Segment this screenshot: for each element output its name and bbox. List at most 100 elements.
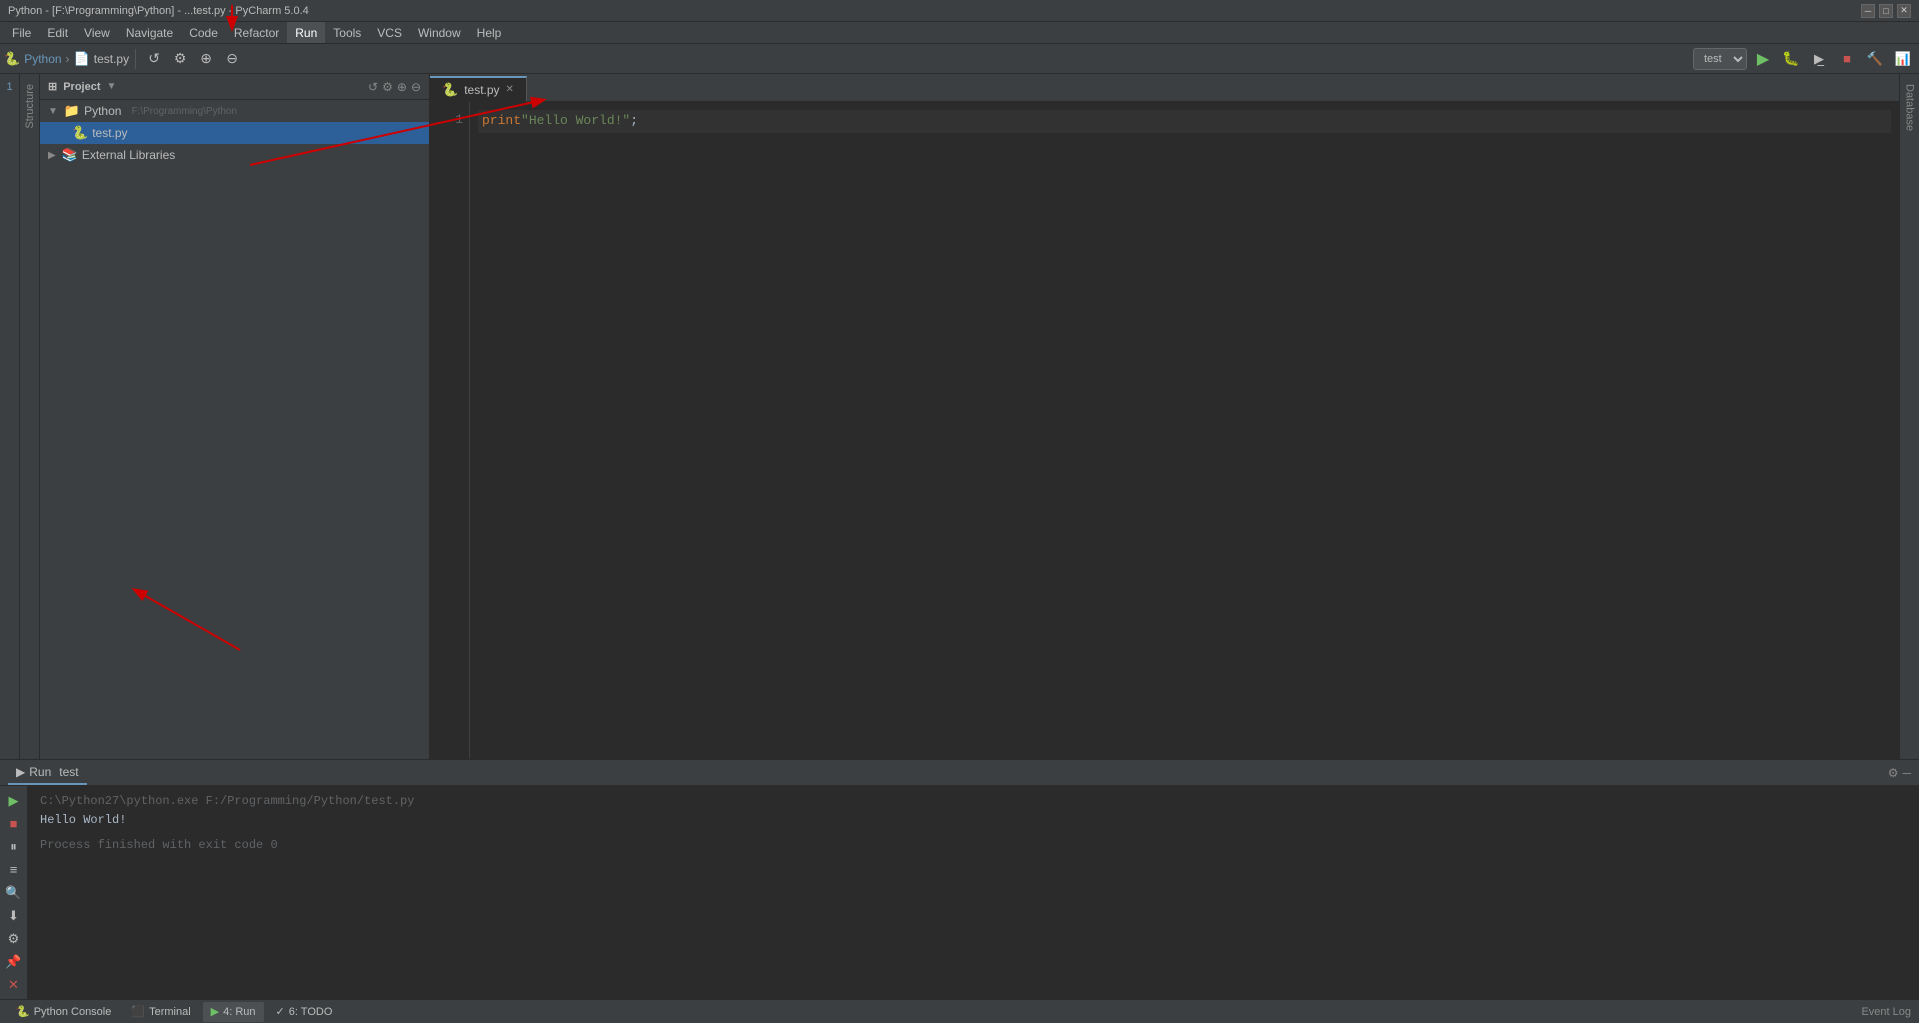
menu-vcs[interactable]: VCS [369,22,410,43]
tab-label: test.py [464,83,499,97]
minimize-button[interactable]: ─ [1861,4,1875,18]
keyword-print: print [482,113,521,128]
bottom-panel-settings: ⚙ ─ [1888,766,1911,780]
expand-icon[interactable]: ▶ [48,150,56,161]
breadcrumb: 🐍 Python › 📄 test.py [4,51,129,67]
python-console-label: Python Console [34,1006,112,1018]
debug-button[interactable]: 🐛 [1779,47,1803,71]
left-gutter: 1 [0,74,20,759]
run-status-label: 4: Run [223,1006,255,1018]
editor-tab-testpy[interactable]: 🐍 test.py ✕ [430,76,527,102]
tree-item-testpy[interactable]: 🐍 test.py [40,122,429,144]
status-bar: 🐍 Python Console ⬛ Terminal ▶ 4: Run ✓ 6… [0,999,1919,1023]
run-dashboard[interactable]: 📊 [1891,47,1915,71]
toolbar-separator-1 [135,49,136,69]
status-right: Event Log [1861,1006,1911,1018]
line-number-1: 1 [438,110,463,131]
event-log-label[interactable]: Event Log [1861,1006,1911,1018]
title-bar: Python - [F:\Programming\Python] - ...te… [0,0,1919,22]
close-run-button[interactable]: ✕ [3,974,25,995]
project-icon[interactable]: 1 [1,78,19,96]
database-sidebar: Database [1899,74,1919,759]
bottom-settings-icon[interactable]: ⚙ [1888,766,1899,780]
structure-tab[interactable]: Structure [21,74,39,139]
menu-refactor[interactable]: Refactor [226,22,287,43]
window-title: Python - [F:\Programming\Python] - ...te… [8,5,309,17]
menu-window[interactable]: Window [410,22,469,43]
python-console-tab[interactable]: 🐍 Python Console [8,1002,119,1022]
tree-item-label: Python [84,104,121,118]
panel-header-icons: ↺ ⚙ ⊕ ⊖ [368,80,421,94]
run-output-text: Hello World! [40,811,1907,830]
menu-view[interactable]: View [76,22,118,43]
pin-tab-button[interactable]: 📌 [3,951,25,972]
bottom-panel-header: ▶ Run test ⚙ ─ [0,760,1919,786]
todo-tab[interactable]: ✓ 6: TODO [268,1002,341,1022]
settings-run-button[interactable]: ⚙ [3,928,25,949]
collapse-button[interactable]: ⊖ [220,47,244,71]
database-tab[interactable]: Database [1901,74,1919,141]
scroll-end-button[interactable]: ⬇ [3,905,25,926]
window-controls: ─ □ ✕ [1861,4,1911,18]
status-bottom-tabs: 🐍 Python Console ⬛ Terminal ▶ 4: Run ✓ 6… [8,1002,340,1022]
breadcrumb-file[interactable]: test.py [94,52,129,66]
panel-collapse-icon[interactable]: ⊖ [411,80,421,94]
menu-file[interactable]: File [4,22,39,43]
main-content: 1 Structure ⊞ Project ▼ ↺ ⚙ ⊕ ⊖ ▼ 📁 Py [0,74,1919,759]
maximize-button[interactable]: □ [1879,4,1893,18]
tree-item-python-root[interactable]: ▼ 📁 Python F:\Programming\Python [40,100,429,122]
run-tab-config: test [59,765,78,779]
menu-edit[interactable]: Edit [39,22,76,43]
menu-tools[interactable]: Tools [325,22,369,43]
close-button[interactable]: ✕ [1897,4,1911,18]
filter-button[interactable]: 🔍 [3,882,25,903]
menu-bar: File Edit View Navigate Code Refactor Ru… [0,22,1919,44]
code-editor[interactable]: print"Hello World!"; [470,102,1899,759]
run-command: C:\Python27\python.exe F:/Programming/Py… [40,792,1907,811]
tab-close-button[interactable]: ✕ [506,84,514,95]
project-panel: ⊞ Project ▼ ↺ ⚙ ⊕ ⊖ ▼ 📁 Python F:\Progra… [40,74,430,759]
menu-run[interactable]: Run [287,22,325,43]
panel-gear-icon[interactable]: ⚙ [382,80,393,94]
terminal-tab[interactable]: ⬛ Terminal [123,1002,198,1022]
pause-button[interactable]: ⏸ [3,836,25,857]
settings-button[interactable]: ⚙ [168,47,192,71]
run-config-select[interactable]: test [1693,48,1747,70]
panel-expand-icon[interactable]: ⊕ [397,80,407,94]
project-tree: ▼ 📁 Python F:\Programming\Python 🐍 test.… [40,100,429,759]
python-file-icon: 🐍 [72,125,88,141]
sync-button[interactable]: ↺ [142,47,166,71]
project-title-label: Project [63,81,100,93]
stop-run-button[interactable]: ■ [3,813,25,834]
stop-button[interactable]: ■ [1835,47,1859,71]
expand-button[interactable]: ⊕ [194,47,218,71]
bottom-minimize-icon[interactable]: ─ [1902,766,1911,780]
tree-item-external-libs[interactable]: ▶ 📚 External Libraries [40,144,429,166]
todo-icon: ✓ [276,1005,285,1018]
editor-content: 1 print"Hello World!"; [430,102,1899,759]
breadcrumb-separator: › [66,52,70,66]
semicolon: ; [630,113,638,128]
menu-code[interactable]: Code [181,22,226,43]
run-config-area: test ▶ 🐛 ▶̲ ■ 🔨 📊 [1693,47,1915,71]
run-output: C:\Python27\python.exe F:/Programming/Py… [28,786,1919,999]
run-button[interactable]: ▶ [1751,47,1775,71]
expand-icon[interactable]: ▼ [48,106,58,117]
output-toggle-button[interactable]: ≡ [3,859,25,880]
coverage-button[interactable]: ▶̲ [1807,47,1831,71]
menu-help[interactable]: Help [469,22,510,43]
rerun-button[interactable]: ▶ [3,790,25,811]
tree-item-label: test.py [92,126,127,140]
run-tab-label: Run [29,765,51,779]
panel-sync-icon[interactable]: ↺ [368,80,378,94]
menu-navigate[interactable]: Navigate [118,22,181,43]
editor-tabs: 🐍 test.py ✕ [430,74,1899,102]
build-button[interactable]: 🔨 [1863,47,1887,71]
editor-area: 🐍 test.py ✕ 1 print"Hello World!"; [430,74,1899,759]
terminal-icon: ⬛ [131,1005,145,1018]
run-tab-status[interactable]: ▶ 4: Run [203,1002,264,1022]
line-numbers: 1 [430,102,470,759]
breadcrumb-root[interactable]: Python [24,52,61,66]
bottom-tab-run[interactable]: ▶ Run test [8,760,87,785]
folder-icon: 📁 [64,103,80,119]
